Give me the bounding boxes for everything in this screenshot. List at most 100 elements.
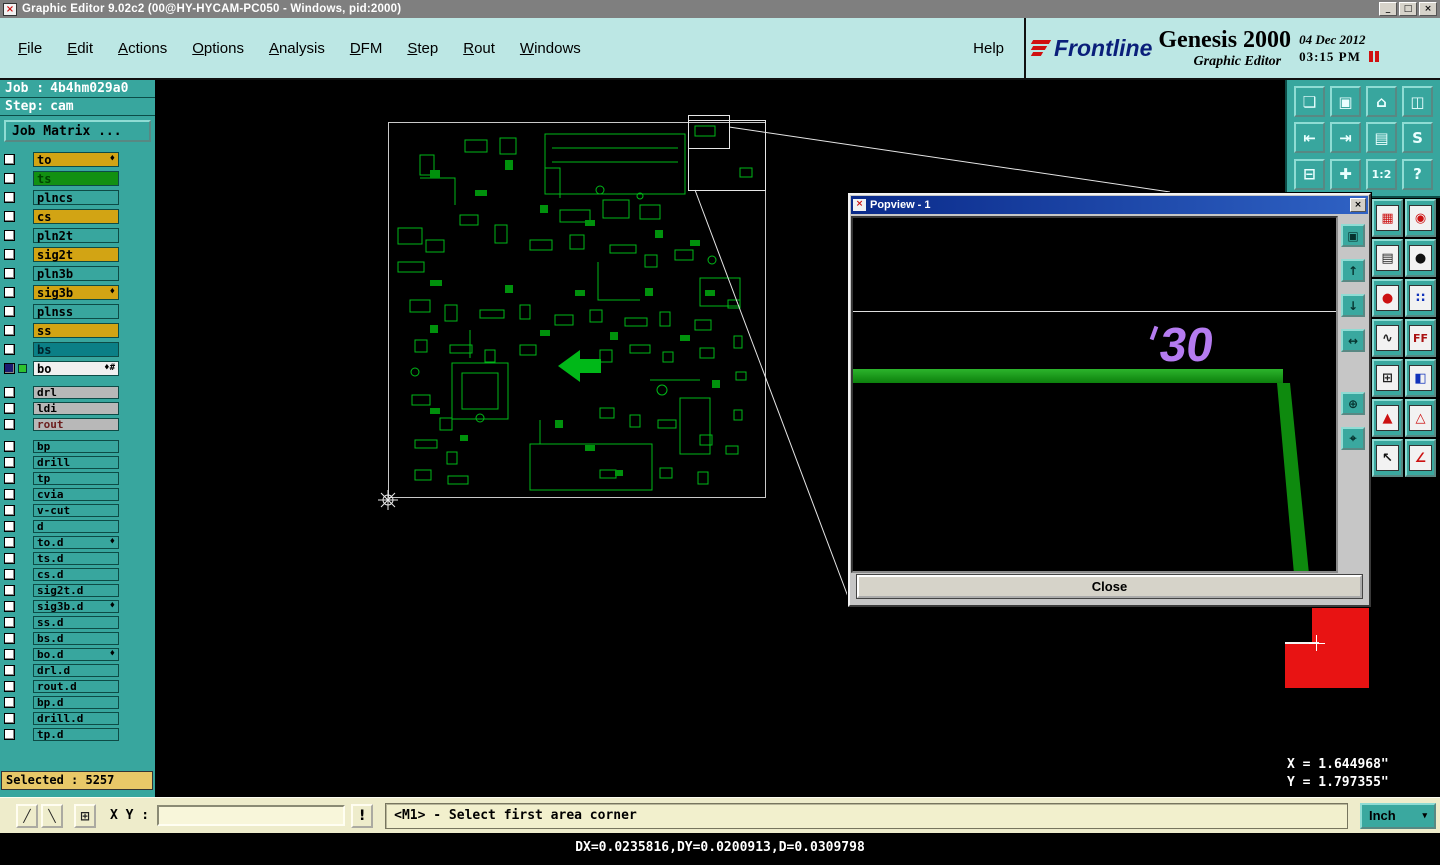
layer-name-box[interactable]: sig3b ♦ (33, 285, 119, 300)
menu-dfm[interactable]: DFM (350, 40, 383, 57)
pan-right-button[interactable]: ⇥ (1330, 122, 1361, 154)
layer-name-box[interactable]: drl (33, 385, 119, 399)
layer-name-box[interactable]: drill.d (33, 711, 119, 725)
popview-pan-down-button[interactable]: ↓ (1341, 294, 1365, 317)
popview-viewport[interactable]: 30 (851, 216, 1338, 573)
layer-row-plncs[interactable]: plncs (0, 188, 155, 207)
layer-row-ts.d[interactable]: ts.d (0, 550, 155, 566)
menu-analysis[interactable]: Analysis (269, 40, 325, 57)
layer-visibility-checkbox[interactable] (4, 173, 15, 184)
layer-name-box[interactable]: d (33, 519, 119, 533)
zoom-1-2-button[interactable]: 1:2 (1366, 158, 1397, 190)
layer-row-pln2t[interactable]: pln2t (0, 226, 155, 245)
layer-name-box[interactable]: cs.d (33, 567, 119, 581)
layer-row-bs[interactable]: bs (0, 340, 155, 359)
layer-row-plnss[interactable]: plnss (0, 302, 155, 321)
layer-visibility-checkbox[interactable] (4, 664, 15, 676)
layer-visibility-checkbox[interactable] (4, 568, 15, 580)
point-pair-button[interactable]: ∷ (1405, 279, 1436, 317)
menu-windows[interactable]: Windows (520, 40, 581, 57)
layer-row-drl.d[interactable]: drl.d (0, 662, 155, 678)
popview-center-button[interactable]: ⌖ (1341, 427, 1365, 450)
layer-row-ss[interactable]: ss (0, 321, 155, 340)
split-view-button[interactable]: ◫ (1402, 86, 1433, 117)
popview-window[interactable]: × Popview - 1 × 30 ▣ ↑ ↓ ↔ ⊕ ⌖ Close (848, 193, 1371, 607)
layer-row-drl[interactable]: drl (0, 384, 155, 400)
layer-name-box[interactable]: v-cut (33, 503, 119, 517)
dfm-alert-2-button[interactable]: △ (1405, 399, 1436, 437)
layer-row-ldi[interactable]: ldi (0, 400, 155, 416)
layer-name-box[interactable]: bp (33, 439, 119, 453)
net-trace-button[interactable]: ◉ (1405, 199, 1436, 237)
job-matrix-button[interactable]: Job Matrix ... (4, 120, 151, 142)
layer-row-sig2t[interactable]: sig2t (0, 245, 155, 264)
layer-visibility-checkbox[interactable] (4, 230, 15, 241)
layer-row-cvia[interactable]: cvia (0, 486, 155, 502)
layer-name-box[interactable]: sig3b.d ♦ (33, 599, 119, 613)
layer-row-cs.d[interactable]: cs.d (0, 566, 155, 582)
layer-name-box[interactable]: drill (33, 455, 119, 469)
line-snap-2-button[interactable]: ╲ (41, 803, 63, 828)
layer-row-rout.d[interactable]: rout.d (0, 678, 155, 694)
layer-name-box[interactable]: ss.d (33, 615, 119, 629)
ruler-button[interactable]: ▤ (1372, 239, 1403, 277)
popview-close-button[interactable]: Close (857, 574, 1362, 598)
grid-toggle-button[interactable]: ⊞ (74, 803, 96, 828)
layer-row-sig2t.d[interactable]: sig2t.d (0, 582, 155, 598)
alert-button[interactable]: ! (351, 803, 374, 828)
layer-row-cs[interactable]: cs (0, 207, 155, 226)
layer-row-to[interactable]: to ♦ (0, 150, 155, 169)
layer-row-sig3b[interactable]: sig3b ♦ (0, 283, 155, 302)
layer-visibility-checkbox[interactable] (4, 287, 15, 298)
curve-tool-button[interactable]: ∿ (1372, 319, 1403, 357)
layer-row-d[interactable]: d (0, 518, 155, 534)
tile-view-button[interactable]: ⊟ (1294, 158, 1325, 190)
layer-name-box[interactable]: plncs (33, 190, 119, 205)
layer-visibility-checkbox[interactable] (4, 211, 15, 222)
layer-visibility-checkbox[interactable] (4, 696, 15, 708)
menu-edit[interactable]: Edit (67, 40, 93, 57)
popview-close-icon-button[interactable]: × (1350, 198, 1366, 212)
layer-visibility-checkbox[interactable] (4, 418, 15, 430)
layer-visibility-checkbox[interactable] (4, 488, 15, 500)
layer-row-drill[interactable]: drill (0, 454, 155, 470)
popview-pan-up-button[interactable]: ↑ (1341, 259, 1365, 282)
s-shape-tool-button[interactable]: S (1402, 122, 1433, 154)
layer-visibility-checkbox[interactable] (4, 440, 15, 452)
measure-point-button[interactable]: ● (1372, 279, 1403, 317)
pan-left-button[interactable]: ⇤ (1294, 122, 1325, 154)
layer-name-box[interactable]: sig2t (33, 247, 119, 262)
home-view-button[interactable]: ⌂ (1366, 86, 1397, 117)
popview-pan-horiz-button[interactable]: ↔ (1341, 329, 1365, 352)
crosshair-button[interactable]: ✚ (1330, 158, 1361, 190)
layer-visibility-checkbox[interactable] (4, 268, 15, 279)
line-snap-button[interactable]: ╱ (16, 803, 38, 828)
layer-visibility-checkbox[interactable] (4, 504, 15, 516)
maximize-button[interactable]: □ (1399, 2, 1417, 16)
layer-name-box[interactable]: bs (33, 342, 119, 357)
window-titlebar[interactable]: × Graphic Editor 9.02c2 (00@HY-HYCAM-PC0… (0, 0, 1440, 18)
minimize-button[interactable]: _ (1379, 2, 1397, 16)
layer-row-tp.d[interactable]: tp.d (0, 726, 155, 742)
popview-zoom-button[interactable]: ⊕ (1341, 392, 1365, 415)
layers-view-button[interactable]: ▤ (1366, 122, 1397, 154)
menu-step[interactable]: Step (407, 40, 438, 57)
menu-file[interactable]: File (18, 40, 42, 57)
layer-name-box[interactable]: drl.d (33, 663, 119, 677)
layer-name-box[interactable]: pln2t (33, 228, 119, 243)
layer-name-box[interactable]: plnss (33, 304, 119, 319)
dfm-alert-button[interactable]: ▲ (1372, 399, 1403, 437)
menu-rout[interactable]: Rout (463, 40, 495, 57)
copy-window-button[interactable]: ❏ (1294, 86, 1325, 117)
layer-visibility-checkbox[interactable] (4, 456, 15, 468)
layer-visibility-checkbox[interactable] (4, 552, 15, 564)
layer-name-box[interactable]: tp.d (33, 727, 119, 741)
layer-name-box[interactable]: rout.d (33, 679, 119, 693)
layer-row-bo.d[interactable]: bo.d ♦ (0, 646, 155, 662)
shape-fill-button[interactable]: ◧ (1405, 359, 1436, 397)
layer-visibility-checkbox[interactable] (4, 402, 15, 414)
screen-view-button[interactable]: ▣ (1330, 86, 1361, 117)
layer-visibility-checkbox[interactable] (4, 344, 15, 355)
layer-row-ss.d[interactable]: ss.d (0, 614, 155, 630)
grid-plus-button[interactable]: ⊞ (1372, 359, 1403, 397)
